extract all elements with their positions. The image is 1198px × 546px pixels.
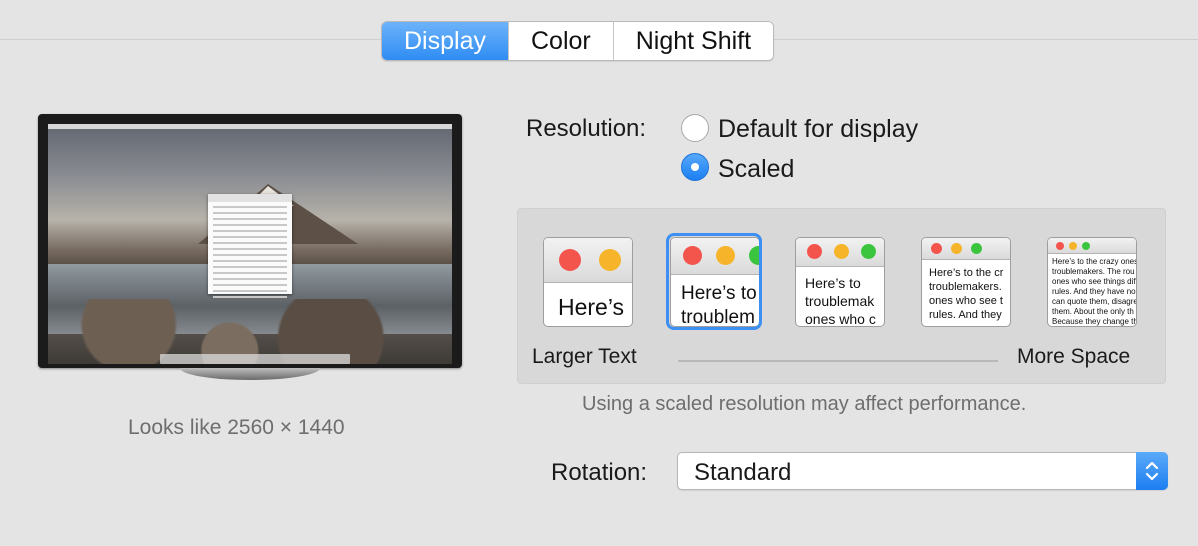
rotation-label: Rotation: xyxy=(551,459,648,486)
more-space-label: More Space xyxy=(1017,345,1131,368)
performance-note: Using a scaled resolution may affect per… xyxy=(582,393,1027,415)
tab-night-shift[interactable]: Night Shift xyxy=(613,22,774,60)
close-light-icon xyxy=(559,249,581,271)
radio-default-label[interactable]: Default for display xyxy=(718,115,918,144)
desktop-wallpaper xyxy=(48,124,452,364)
scale-option-3[interactable]: Here’s to troublemak ones who c xyxy=(795,237,885,327)
zoom-light-icon xyxy=(1082,242,1090,250)
zoom-light-icon xyxy=(971,243,982,254)
close-light-icon xyxy=(807,244,822,259)
selected-scale-ring xyxy=(666,233,762,330)
radio-scaled[interactable] xyxy=(681,153,709,181)
minimize-light-icon xyxy=(951,243,962,254)
minimize-light-icon xyxy=(834,244,849,259)
radio-scaled-label[interactable]: Scaled xyxy=(718,155,794,184)
scale-preview-text: Here’s to troublemak ones who c xyxy=(805,275,876,327)
scale-preview-text: Here’s xyxy=(558,294,625,320)
display-preview xyxy=(38,114,462,368)
scale-option-1[interactable]: Here’s xyxy=(543,237,633,327)
display-tabs: Display Color Night Shift xyxy=(381,21,775,61)
monitor-stand xyxy=(180,368,320,380)
rotation-select[interactable]: Standard xyxy=(677,452,1168,490)
minimize-light-icon xyxy=(599,249,621,271)
dock xyxy=(160,354,350,364)
looks-like-label: Looks like 2560 × 1440 xyxy=(128,416,345,439)
close-light-icon xyxy=(1056,242,1064,250)
menu-bar xyxy=(48,124,452,129)
tab-color[interactable]: Color xyxy=(508,22,614,60)
chevron-up-down-icon[interactable] xyxy=(1136,452,1168,490)
radio-default-for-display[interactable] xyxy=(681,114,709,142)
tab-display[interactable]: Display xyxy=(382,22,509,60)
close-light-icon xyxy=(931,243,942,254)
zoom-light-icon xyxy=(861,244,876,259)
rotation-value: Standard xyxy=(694,459,792,486)
resolution-label: Resolution: xyxy=(526,115,647,142)
document-window xyxy=(208,194,292,298)
scale-option-4[interactable]: Here’s to the cr troublemakers. ones who… xyxy=(921,237,1011,327)
minimize-light-icon xyxy=(1069,242,1077,250)
larger-text-label: Larger Text xyxy=(532,345,637,368)
scale-slider-track xyxy=(678,360,998,362)
scale-preview-text: Here’s to the cr troublemakers. ones who… xyxy=(929,267,1004,321)
scale-option-5[interactable]: Here’s to the crazy ones troublemakers. … xyxy=(1047,237,1137,327)
scale-preview-text: Here’s to the crazy ones troublemakers. … xyxy=(1052,257,1137,326)
